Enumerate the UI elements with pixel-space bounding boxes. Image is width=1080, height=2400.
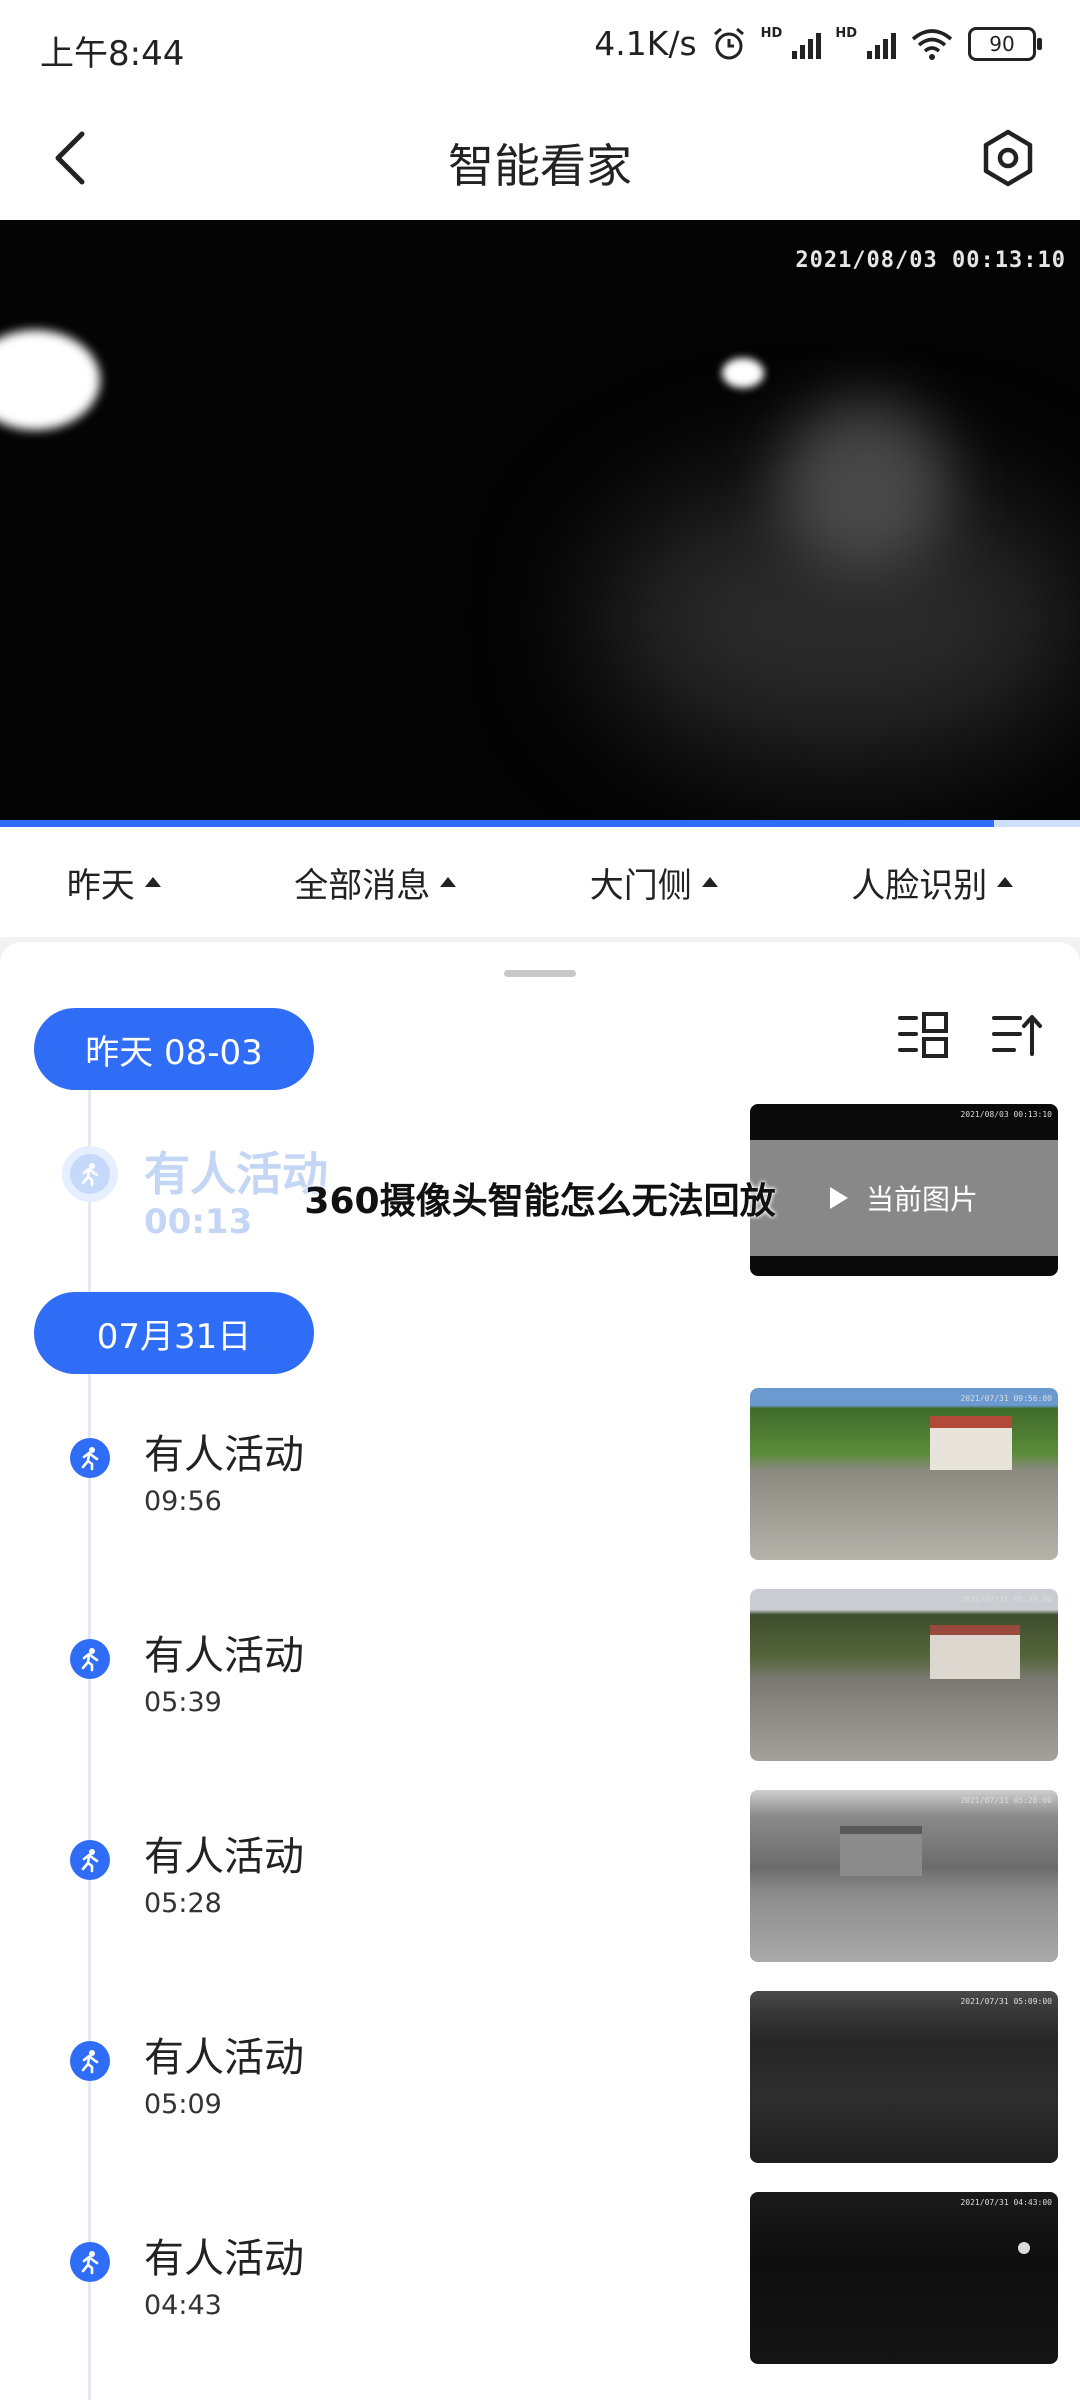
event-time: 09:56 <box>144 1486 222 1517</box>
thumbnail-timestamp: 2021/07/31 09:56:00 <box>960 1394 1052 1403</box>
person-running-icon <box>81 1849 99 1873</box>
event-dot <box>70 1438 110 1478</box>
drag-handle[interactable] <box>504 970 576 977</box>
event-thumbnail[interactable]: 2021/07/31 05:09:00 <box>750 1991 1058 2163</box>
thumbnail-timestamp: 2021/07/31 05:39:00 <box>960 1595 1052 1604</box>
thumbnail-house <box>930 1625 1020 1679</box>
battery-icon: 90 <box>968 26 1042 61</box>
caret-up-icon <box>997 877 1014 887</box>
filter-message-type[interactable]: 全部消息 <box>294 858 457 907</box>
event-item[interactable]: 有人活动 05:09 2021/07/31 05:09:00 <box>0 1991 1080 2163</box>
person-running-icon <box>81 2251 99 2275</box>
signal-hd-label-2: HD <box>835 26 857 41</box>
video-progress-fill <box>0 820 994 827</box>
event-title: 有人活动 <box>144 2035 304 2081</box>
watermark-text: 360摄像头智能怎么无法回放 <box>304 1181 776 1222</box>
caret-up-icon <box>701 877 718 887</box>
filter-camera-label: 大门侧 <box>589 865 692 906</box>
video-scene-bush <box>780 400 950 570</box>
thumbnail-timestamp: 2021/07/31 05:28:00 <box>960 1796 1052 1805</box>
thumbnail-timestamp: 2021/07/31 04:43:00 <box>960 2198 1052 2207</box>
video-scene-lamp <box>722 358 764 388</box>
date-group-label: 昨天 08-03 <box>34 1008 314 1090</box>
event-thumbnail[interactable]: 2021/07/31 05:39:00 <box>750 1589 1058 1761</box>
event-time: 05:09 <box>144 2089 222 2120</box>
settings-hexagon-icon[interactable] <box>976 126 1040 190</box>
alarm-icon <box>713 27 744 59</box>
event-title: 有人活动 <box>144 2236 304 2282</box>
event-item[interactable]: 有人活动 05:39 2021/07/31 05:39:00 <box>0 1589 1080 1761</box>
event-item[interactable]: 有人活动 05:28 2021/07/31 05:28:00 <box>0 1790 1080 1962</box>
thumbnail-light <box>1018 2242 1030 2254</box>
signal-hd-label: HD <box>760 26 783 41</box>
caret-up-icon <box>144 877 161 887</box>
person-running-icon <box>81 2050 99 2074</box>
net-speed: 4.1K/s <box>594 24 697 63</box>
video-progress-bar[interactable] <box>0 820 1080 827</box>
status-bar: 上午8:44 4.1K/s HD HD 90 <box>0 0 1080 96</box>
grid-view-icon[interactable] <box>896 1010 950 1060</box>
filter-face-recognition[interactable]: 人脸识别 <box>851 858 1014 907</box>
event-dot <box>70 1639 110 1679</box>
filter-date-label: 昨天 <box>66 865 135 906</box>
status-time: 上午8:44 <box>40 34 185 74</box>
sort-icon[interactable] <box>990 1010 1044 1060</box>
video-player[interactable]: 2021/08/03 00:13:10 <box>0 220 1080 826</box>
person-running-icon <box>81 1447 99 1471</box>
video-scene-light-flare <box>0 330 100 430</box>
thumbnail-house <box>930 1416 1012 1470</box>
event-thumbnail[interactable]: 2021/07/31 04:43:00 <box>750 2192 1058 2364</box>
filter-date[interactable]: 昨天 <box>67 858 161 907</box>
event-title: 有人活动 <box>144 1432 304 1478</box>
signal-icon-2 <box>867 29 896 59</box>
event-item[interactable]: 有人活动 04:43 2021/07/31 04:43:00 <box>0 2192 1080 2364</box>
date-group-label: 07月31日 <box>34 1292 314 1374</box>
thumbnail-timestamp: 2021/08/03 00:13:10 <box>960 1110 1052 1119</box>
wifi-icon <box>911 28 953 60</box>
page-title: 智能看家 <box>448 139 632 193</box>
title-bar: 智能看家 <box>0 96 1080 220</box>
view-controls <box>896 1010 1044 1060</box>
event-dot <box>70 2242 110 2282</box>
event-time: 05:28 <box>144 1888 222 1919</box>
filter-bar: 昨天 全部消息 大门侧 人脸识别 <box>0 827 1080 937</box>
thumbnail-timestamp: 2021/07/31 05:09:00 <box>960 1997 1052 2006</box>
filter-camera[interactable]: 大门侧 <box>590 858 718 907</box>
signal-icon <box>792 29 822 59</box>
event-dot <box>70 2041 110 2081</box>
event-thumbnail[interactable]: 2021/07/31 05:28:00 <box>750 1790 1058 1962</box>
event-item[interactable]: 有人活动 09:56 2021/07/31 09:56:00 <box>0 1388 1080 1560</box>
event-time: 05:39 <box>144 1687 222 1718</box>
person-running-icon <box>81 1648 99 1672</box>
video-timestamp: 2021/08/03 00:13:10 <box>795 248 1066 273</box>
thumbnail-house <box>840 1826 922 1876</box>
event-title: 有人活动 <box>144 1633 304 1679</box>
filter-message-type-label: 全部消息 <box>294 865 431 906</box>
event-thumbnail[interactable]: 2021/07/31 09:56:00 <box>750 1388 1058 1560</box>
caret-up-icon <box>440 877 457 887</box>
event-time: 04:43 <box>144 2290 222 2321</box>
filter-face-recognition-label: 人脸识别 <box>851 865 988 906</box>
event-dot <box>70 1840 110 1880</box>
event-title: 有人活动 <box>144 1834 304 1880</box>
status-icons: 4.1K/s HD HD 90 <box>594 24 1042 63</box>
